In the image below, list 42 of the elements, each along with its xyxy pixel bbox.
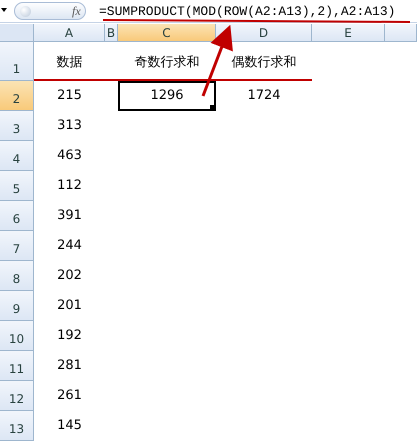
row-header[interactable]: 5 [0, 171, 34, 201]
table-cell[interactable]: 奇数行求和 [118, 42, 216, 81]
row-header[interactable]: 7 [0, 231, 34, 261]
table-cell[interactable]: 1296 [118, 81, 216, 111]
table-cell[interactable]: 215 [34, 81, 105, 111]
table-cell[interactable]: 244 [34, 231, 105, 261]
table-cell[interactable]: 112 [34, 171, 105, 201]
table-cell[interactable]: 192 [34, 321, 105, 351]
fill-handle[interactable] [210, 105, 215, 110]
row-header[interactable]: 4 [0, 141, 34, 171]
row-header[interactable]: 3 [0, 111, 34, 141]
name-box-control[interactable] [14, 2, 86, 20]
row-header[interactable]: 10 [0, 321, 34, 351]
table-cell[interactable]: 463 [34, 141, 105, 171]
column-header[interactable] [385, 24, 417, 42]
row-header[interactable]: 13 [0, 411, 34, 441]
row-header[interactable]: 1 [0, 42, 34, 81]
column-header[interactable]: B [105, 24, 118, 42]
table-cell[interactable]: 391 [34, 201, 105, 231]
table-cell[interactable]: 145 [34, 411, 105, 441]
insert-function-icon[interactable]: fx [72, 2, 81, 20]
column-header[interactable]: A [34, 24, 105, 42]
row-header[interactable]: 8 [0, 261, 34, 291]
table-cell[interactable]: 202 [34, 261, 105, 291]
table-cell[interactable]: 偶数行求和 [216, 42, 312, 81]
table-cell[interactable]: 313 [34, 111, 105, 141]
select-all-corner[interactable] [0, 24, 34, 42]
table-cell[interactable]: 201 [34, 291, 105, 321]
row-header[interactable]: 9 [0, 291, 34, 321]
row-header[interactable]: 2 [0, 81, 34, 111]
column-header[interactable]: C [118, 24, 216, 42]
table-cell[interactable]: 数据 [34, 42, 105, 81]
table-cell[interactable]: 261 [34, 381, 105, 411]
row-header[interactable]: 12 [0, 381, 34, 411]
dropdown-arrow-icon[interactable] [1, 8, 7, 12]
column-header[interactable]: E [312, 24, 385, 42]
row-header[interactable]: 11 [0, 351, 34, 381]
row-header[interactable]: 6 [0, 201, 34, 231]
table-cell[interactable]: 281 [34, 351, 105, 381]
formula-input[interactable]: =SUMPRODUCT(MOD(ROW(A2:A13),2),A2:A13) [99, 2, 396, 22]
table-cell[interactable]: 1724 [216, 81, 312, 111]
column-header[interactable]: D [216, 24, 312, 42]
